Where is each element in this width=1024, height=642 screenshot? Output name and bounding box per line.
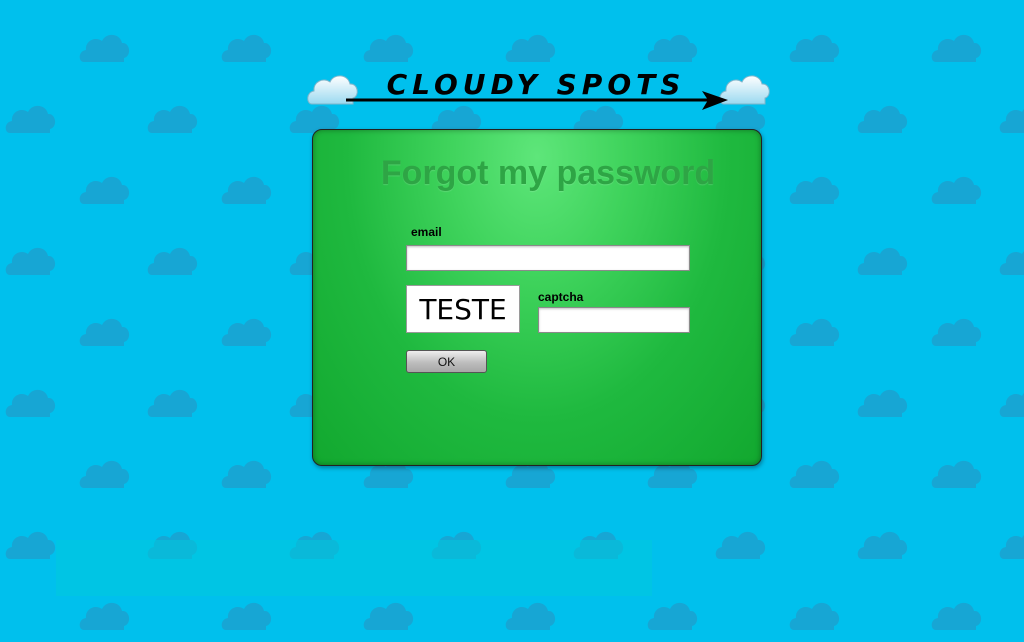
background-cloud-icon bbox=[78, 172, 130, 206]
background-cloud-icon bbox=[930, 456, 982, 490]
captcha-image: TESTE bbox=[406, 285, 520, 333]
email-label: email bbox=[411, 225, 442, 239]
background-cloud-icon bbox=[998, 101, 1024, 135]
background-cloud-icon bbox=[788, 30, 840, 64]
logo-graphic: CLOUDY SPOTS bbox=[307, 68, 770, 110]
background-cloud-icon bbox=[998, 243, 1024, 277]
background-cloud-icon bbox=[220, 30, 272, 64]
background-cloud-icon bbox=[78, 314, 130, 348]
background-cloud-icon bbox=[4, 101, 56, 135]
forgot-password-panel: Forgot my password email TESTE captcha O… bbox=[312, 129, 762, 466]
background-cloud-icon bbox=[998, 527, 1024, 561]
background-cloud-icon bbox=[646, 30, 698, 64]
page-title: Forgot my password bbox=[380, 154, 716, 192]
logo-text: CLOUDY SPOTS bbox=[387, 68, 686, 101]
background-cloud-icon bbox=[856, 527, 908, 561]
background-cloud-icon bbox=[220, 314, 272, 348]
background-cloud-icon bbox=[930, 30, 982, 64]
background-cloud-icon bbox=[4, 527, 56, 561]
background-cloud-icon bbox=[78, 30, 130, 64]
background-cloud-icon bbox=[146, 243, 198, 277]
background-cloud-icon bbox=[930, 314, 982, 348]
captcha-field[interactable] bbox=[538, 307, 690, 333]
background-cloud-icon bbox=[78, 598, 130, 632]
captcha-label: captcha bbox=[538, 290, 584, 304]
background-cloud-icon bbox=[646, 598, 698, 632]
ok-button[interactable]: OK bbox=[406, 350, 487, 373]
background-cloud-icon bbox=[788, 314, 840, 348]
background-cloud-icon bbox=[362, 30, 414, 64]
background-cloud-icon bbox=[930, 172, 982, 206]
background-cloud-icon bbox=[220, 598, 272, 632]
faint-banner-strip bbox=[56, 540, 652, 596]
background-cloud-icon bbox=[856, 385, 908, 419]
background-cloud-icon bbox=[146, 385, 198, 419]
background-cloud-icon bbox=[220, 172, 272, 206]
background-cloud-icon bbox=[788, 172, 840, 206]
background-cloud-icon bbox=[788, 598, 840, 632]
background-cloud-icon bbox=[998, 385, 1024, 419]
background-cloud-icon bbox=[504, 598, 556, 632]
email-field[interactable] bbox=[406, 245, 690, 271]
background-cloud-icon bbox=[714, 527, 766, 561]
background-cloud-icon bbox=[146, 101, 198, 135]
background-cloud-icon bbox=[220, 456, 272, 490]
background-cloud-icon bbox=[504, 30, 556, 64]
background-cloud-icon bbox=[788, 456, 840, 490]
background-cloud-icon bbox=[856, 101, 908, 135]
site-logo: CLOUDY SPOTS bbox=[306, 66, 770, 116]
background-cloud-icon bbox=[4, 385, 56, 419]
background-cloud-icon bbox=[856, 243, 908, 277]
background-cloud-icon bbox=[362, 598, 414, 632]
background-cloud-icon bbox=[4, 243, 56, 277]
background-cloud-icon bbox=[930, 598, 982, 632]
background-cloud-icon bbox=[78, 456, 130, 490]
